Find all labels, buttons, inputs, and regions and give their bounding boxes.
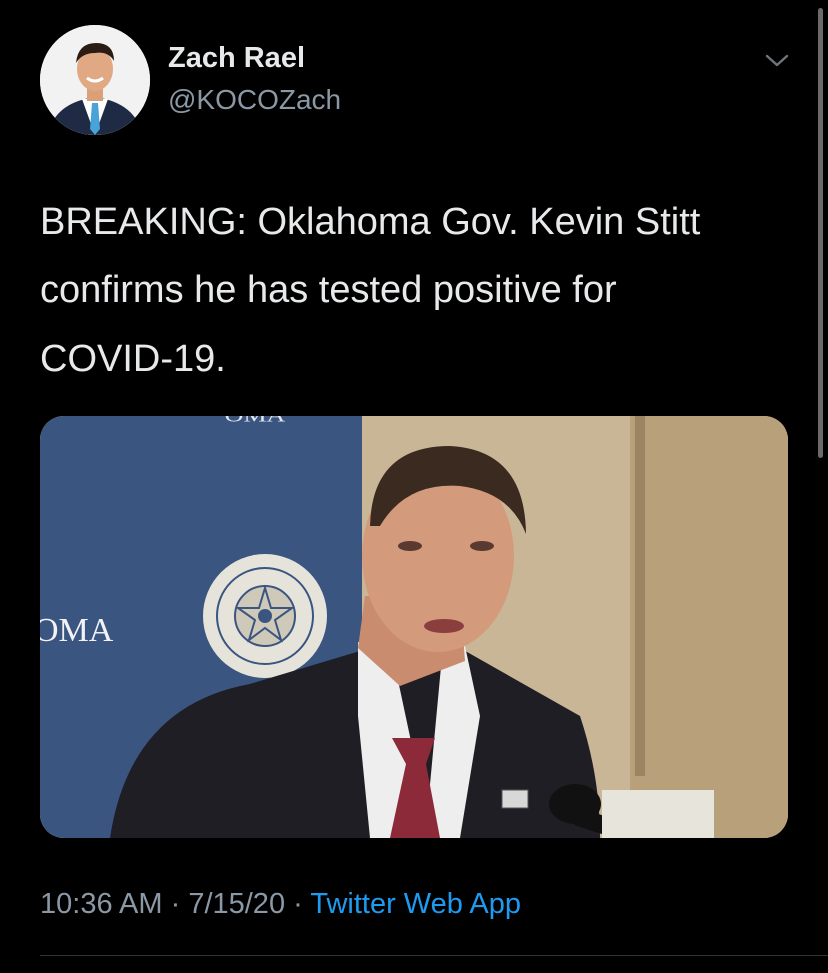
divider bbox=[40, 955, 828, 956]
state-seal-icon bbox=[203, 554, 327, 678]
tweet-source-link[interactable]: Twitter Web App bbox=[310, 888, 521, 920]
tweet-text: BREAKING: Oklahoma Gov. Kevin Stitt conf… bbox=[40, 201, 701, 380]
backdrop-text-top: OMA bbox=[225, 416, 287, 426]
display-name[interactable]: Zach Rael bbox=[168, 42, 305, 75]
avatar[interactable] bbox=[40, 25, 150, 135]
tweet-photo[interactable]: OMA OMA bbox=[40, 416, 788, 838]
avatar-photo bbox=[40, 25, 150, 135]
tweet-date[interactable]: 7/15/20 bbox=[188, 888, 285, 920]
handle[interactable]: @KOCOZach bbox=[168, 84, 341, 116]
meta-separator: · bbox=[285, 888, 311, 920]
chevron-down-icon[interactable] bbox=[764, 52, 790, 70]
scrollbar[interactable] bbox=[818, 8, 823, 458]
tweet-meta: 10:36 AM · 7/15/20 · Twitter Web App bbox=[40, 888, 521, 921]
tweet-time[interactable]: 10:36 AM bbox=[40, 888, 163, 920]
meta-separator: · bbox=[162, 888, 189, 920]
backdrop-text-left: OMA bbox=[40, 612, 114, 649]
photo-content: OMA OMA bbox=[40, 416, 788, 838]
tweet: Zach Rael @KOCOZach BREAKING: Oklahoma G… bbox=[0, 0, 828, 973]
